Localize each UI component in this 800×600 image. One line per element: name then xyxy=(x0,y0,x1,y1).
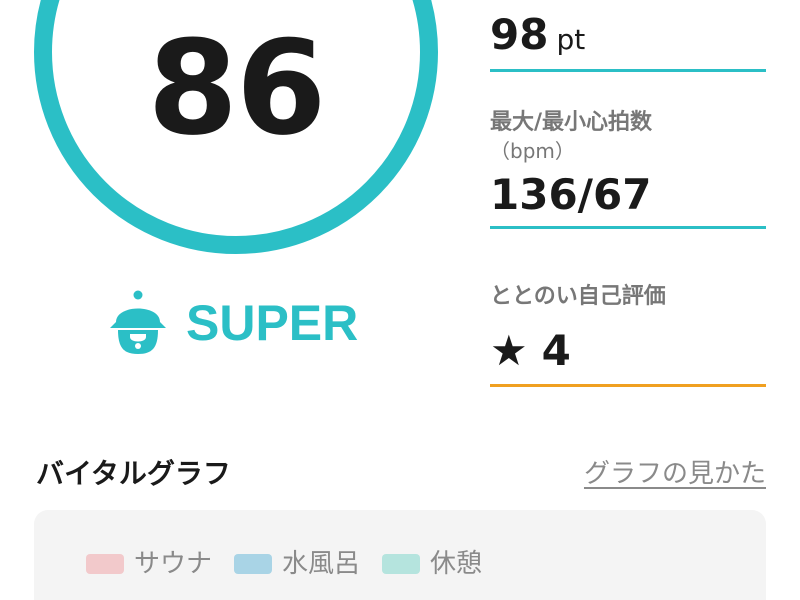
vital-graph-title: バイタルグラフ xyxy=(36,457,231,490)
legend-swatch-sauna xyxy=(86,554,124,574)
points-unit: pt xyxy=(556,23,586,56)
self-rating-divider xyxy=(490,384,766,387)
legend-item-rest: 休憩 xyxy=(382,548,482,580)
legend-item-sauna: サウナ xyxy=(86,548,212,580)
legend-label-sauna: サウナ xyxy=(134,549,213,579)
legend-label-cold-bath: 水風呂 xyxy=(282,549,361,579)
session-result-screen: 86 SUPER 98 pt 最大/最小心拍数 （bpm） 136/67 ととのい… xyxy=(0,0,800,600)
heart-rate-unit-label: （bpm） xyxy=(490,139,575,163)
heart-rate-divider xyxy=(490,226,766,229)
score-value: 86 xyxy=(147,12,327,164)
self-rating-metric: ととのい自己評価 ★ 4 xyxy=(490,282,766,387)
self-rating-label: ととのい自己評価 xyxy=(490,284,666,309)
legend-swatch-rest xyxy=(382,554,421,574)
heart-rate-value: 136/67 xyxy=(490,170,652,219)
vital-graph-card: サウナ 水風呂 休憩 xyxy=(34,510,766,600)
legend-label-rest: 休憩 xyxy=(430,549,483,579)
self-rating-value: 4 xyxy=(541,326,571,375)
heart-rate-label: 最大/最小心拍数 xyxy=(490,110,653,135)
points-value: 98 xyxy=(490,10,549,59)
heart-rate-metric: 最大/最小心拍数 （bpm） 136/67 xyxy=(490,108,766,229)
graph-legend: サウナ 水風呂 休憩 xyxy=(86,548,504,580)
star-icon: ★ xyxy=(490,326,528,375)
rank-label: SUPER xyxy=(186,295,359,351)
rank-badge: SUPER xyxy=(108,288,358,358)
sauna-hat-person-icon xyxy=(110,290,166,354)
points-divider xyxy=(490,69,766,72)
points-metric: 98 pt xyxy=(490,6,766,72)
legend-item-cold-bath: 水風呂 xyxy=(234,548,360,580)
legend-swatch-cold-bath xyxy=(234,554,273,574)
graph-help-link[interactable]: グラフの見かた xyxy=(584,456,766,492)
